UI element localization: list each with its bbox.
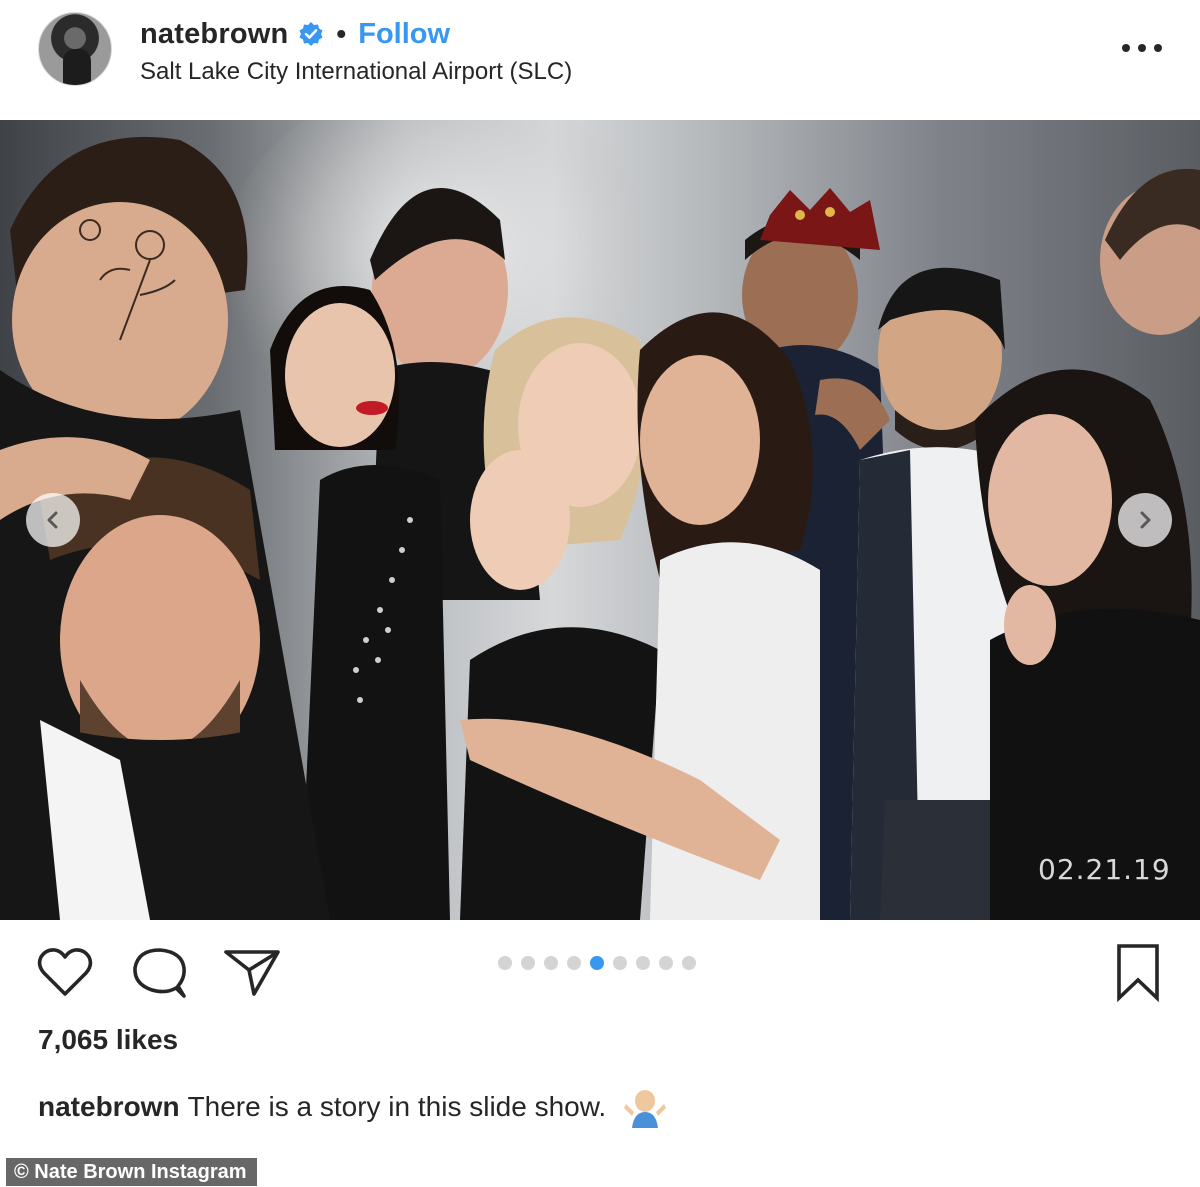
carousel-dot-active [590, 956, 604, 970]
chevron-left-icon [47, 511, 58, 529]
post-header: natebrown • Follow Salt Lake City Intern… [0, 0, 1200, 120]
carousel-indicator [498, 956, 696, 970]
bookmark-icon[interactable] [1114, 942, 1162, 1002]
person-shrugging-emoji [624, 1090, 667, 1128]
carousel-dot [659, 956, 673, 970]
more-dot [1138, 44, 1146, 52]
heart-icon[interactable] [36, 946, 94, 998]
carousel-dot [613, 956, 627, 970]
carousel-dot [636, 956, 650, 970]
username-link[interactable]: natebrown [140, 18, 288, 51]
location-link[interactable]: Salt Lake City International Airport (SL… [140, 58, 572, 86]
caption-text: There is a story in this slide show. [187, 1091, 607, 1122]
action-bar [0, 920, 1200, 1020]
carousel-dot [544, 956, 558, 970]
follow-button[interactable]: Follow [358, 18, 450, 51]
avatar[interactable] [38, 12, 112, 86]
name-row: natebrown • Follow [140, 16, 450, 52]
previous-slide-button[interactable] [26, 493, 80, 547]
more-options-icon[interactable] [1122, 40, 1162, 56]
post-caption: natebrown There is a story in this slide… [38, 1086, 668, 1128]
next-slide-button[interactable] [1118, 493, 1172, 547]
carousel-dot [521, 956, 535, 970]
separator-dot: • [336, 18, 347, 49]
comment-icon[interactable] [130, 944, 188, 1000]
carousel-dot [682, 956, 696, 970]
paper-plane-icon[interactable] [222, 946, 282, 998]
photo-date-stamp: 02.21.19 [1038, 853, 1171, 886]
carousel-dot [567, 956, 581, 970]
post-photo[interactable]: 02.21.19 [0, 120, 1200, 920]
caption-username[interactable]: natebrown [38, 1091, 180, 1123]
more-dot [1154, 44, 1162, 52]
chevron-right-icon [1140, 511, 1151, 529]
group-photo-illustration [0, 120, 1200, 920]
more-dot [1122, 44, 1130, 52]
avatar-figure [63, 49, 91, 85]
carousel-dot [498, 956, 512, 970]
likes-count[interactable]: 7,065 likes [38, 1024, 178, 1056]
verified-badge-icon [299, 22, 323, 46]
photo-credit: © Nate Brown Instagram [6, 1158, 257, 1186]
